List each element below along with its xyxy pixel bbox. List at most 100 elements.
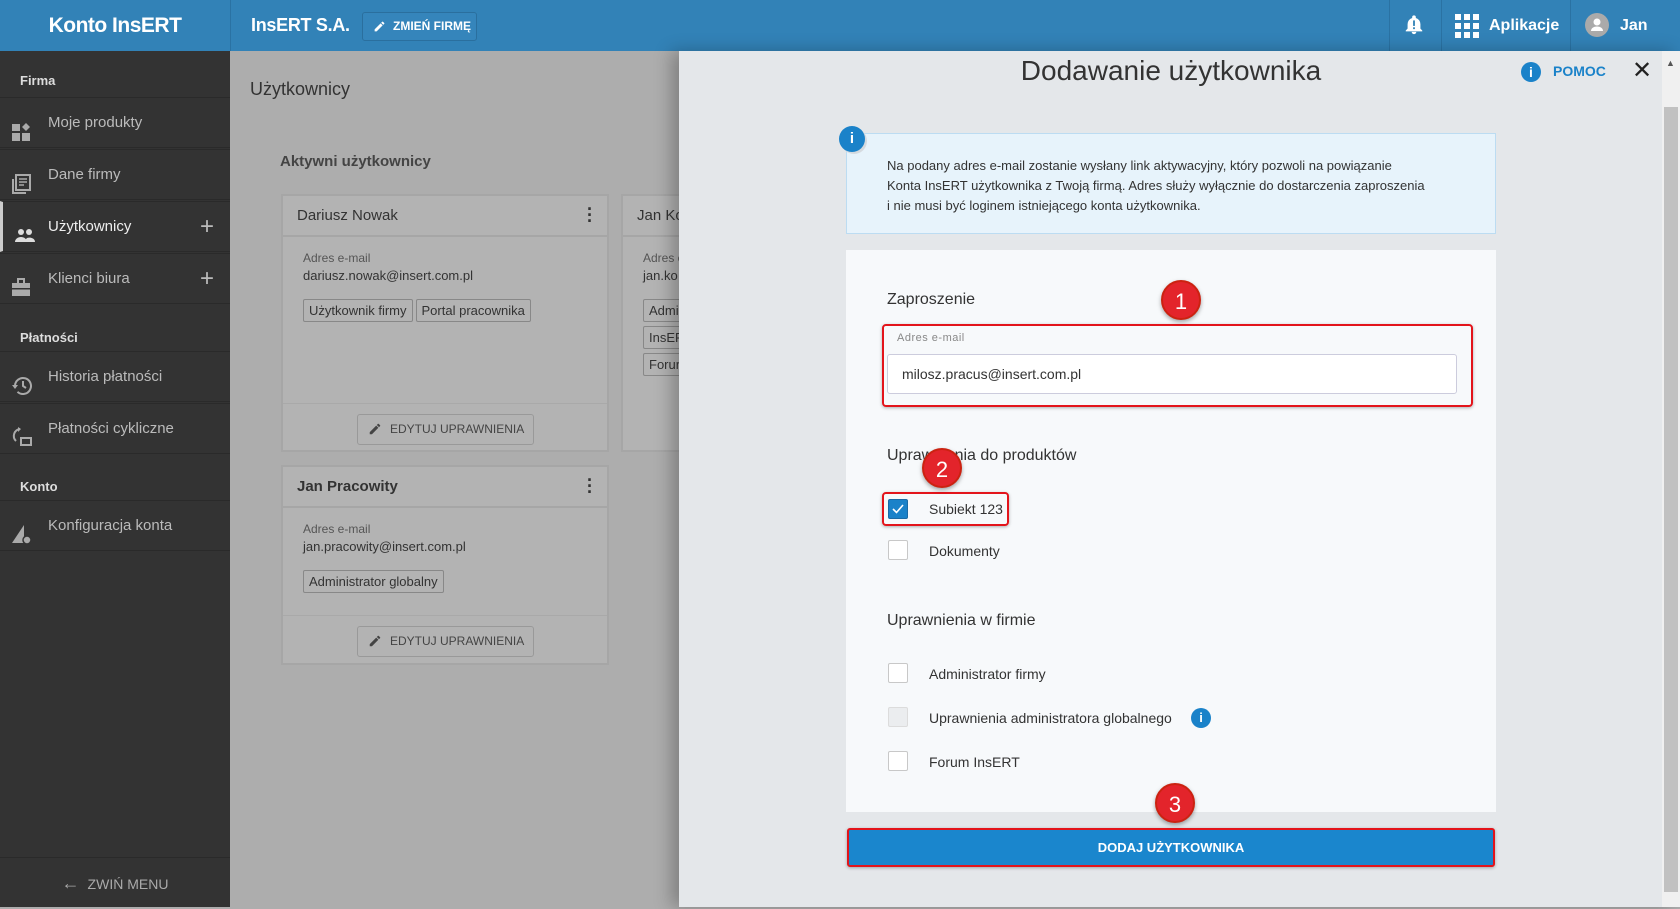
info-text: Konta InsERT użytkownika z Twoją firmą. …	[887, 178, 1425, 193]
users-icon	[14, 217, 36, 242]
panel-title: Dodawanie użytkownika	[1020, 55, 1322, 86]
user-name: Jan Ko	[623, 196, 679, 237]
dokumenty-checkbox[interactable]	[888, 540, 908, 560]
sidebar-item-label: Dane firmy	[48, 166, 121, 183]
section-firma: Firma	[20, 73, 56, 88]
email-label: Adres e	[643, 251, 679, 265]
section-konto: Konto	[20, 479, 58, 494]
edit-permissions-label: EDYTUJ UPRAWNIENIA	[390, 634, 525, 648]
user-card: Jan Ko Adres e jan.ko Admi InsER Forur	[621, 194, 679, 452]
history-icon	[11, 367, 33, 395]
close-icon[interactable]: ✕	[1632, 56, 1652, 85]
sidebar-item-historia-platnosci[interactable]: Historia płatności	[0, 351, 230, 402]
company-admin-label[interactable]: Administrator firmy	[929, 666, 1046, 682]
info-icon[interactable]: i	[1191, 708, 1211, 728]
products-icon	[11, 113, 33, 141]
divider	[283, 403, 607, 404]
pencil-icon	[374, 21, 385, 32]
add-client-plus-icon[interactable]: +	[200, 254, 214, 304]
email-value: dariusz.nowak@insert.com.pl	[303, 268, 473, 283]
scroll-up-icon[interactable]: ▲	[1666, 58, 1675, 68]
forum-checkbox[interactable]	[888, 751, 908, 771]
more-options-icon[interactable]: · · ·	[587, 200, 593, 230]
company-perms-heading: Uprawnienia w firmie	[887, 612, 1036, 629]
user-name: Jan Pracowity	[283, 467, 607, 508]
top-header: Konto InsERT InsERT S.A. ZMIEŃ FIRMĘ Apl…	[0, 0, 1680, 51]
apps-grid-icon[interactable]	[1455, 14, 1479, 38]
divider	[1389, 0, 1390, 51]
divider	[1441, 0, 1442, 51]
info-text: Na podany adres e-mail zostanie wysłany …	[887, 158, 1392, 173]
sidebar-item-dane-firmy[interactable]: Dane firmy	[0, 149, 230, 200]
sidebar-item-moje-produkty[interactable]: Moje produkty	[0, 97, 230, 148]
role-tag: Portal pracownika	[415, 299, 531, 322]
section-title: Aktywni użytkownicy	[280, 153, 431, 170]
sidebar: Firma Moje produkty Dane firmy Użytkowni…	[0, 51, 230, 907]
edit-permissions-button[interactable]: EDYTUJ UPRAWNIENIA	[357, 626, 534, 657]
document-icon	[11, 165, 33, 194]
arrow-left-icon: ←	[61, 873, 80, 893]
app-logo[interactable]: Konto InsERT	[0, 0, 230, 51]
step-badge: 3	[1155, 783, 1195, 823]
edit-permissions-button[interactable]: EDYTUJ UPRAWNIENIA	[357, 414, 534, 445]
sidebar-item-uzytkownicy[interactable]: Użytkownicy +	[0, 201, 230, 252]
step-badge: 1	[1161, 280, 1201, 320]
sidebar-item-label: Historia płatności	[48, 368, 163, 385]
recurring-payment-icon	[11, 419, 33, 446]
sidebar-item-label: Klienci biura	[48, 270, 130, 287]
role-tag: InsER	[643, 326, 679, 349]
collapse-menu-label: ZWIŃ MENU	[87, 876, 169, 892]
sidebar-item-platnosci-cykliczne[interactable]: Płatności cykliczne	[0, 403, 230, 454]
email-label: Adres e-mail	[303, 251, 371, 265]
avatar[interactable]	[1585, 13, 1609, 37]
user-card: Dariusz Nowak · · · Adres e-mail dariusz.n…	[281, 194, 609, 452]
info-icon: i	[839, 126, 865, 152]
sidebar-item-label: Konfiguracja konta	[48, 517, 173, 534]
sidebar-item-klienci-biura[interactable]: Klienci biura +	[0, 253, 230, 304]
divider	[230, 0, 231, 51]
role-tag: Administrator globalny	[303, 570, 444, 593]
section-platnosci: Płatności	[20, 330, 78, 345]
info-box: Na podany adres e-mail zostanie wysłany …	[846, 133, 1496, 234]
divider	[283, 615, 607, 616]
change-company-label: ZMIEŃ FIRMĘ	[393, 19, 471, 33]
scrollbar-thumb[interactable]	[1664, 107, 1678, 892]
sidebar-item-konfiguracja-konta[interactable]: Konfiguracja konta	[0, 500, 230, 551]
role-tag: Admi	[643, 299, 679, 322]
edit-permissions-label: EDYTUJ UPRAWNIENIA	[390, 422, 525, 436]
info-text: i nie musi być loginem istniejącego kont…	[887, 198, 1201, 213]
sidebar-item-label: Użytkownicy	[48, 218, 132, 235]
email-value: jan.ko	[643, 268, 678, 283]
dokumenty-label[interactable]: Dokumenty	[929, 543, 1000, 559]
global-admin-checkbox	[888, 707, 908, 727]
bell-icon[interactable]	[1403, 13, 1425, 42]
products-heading: Uprawnienia do produktów	[887, 447, 1077, 464]
change-company-button[interactable]: ZMIEŃ FIRMĘ	[362, 12, 477, 41]
add-user-plus-icon[interactable]: +	[200, 202, 214, 252]
email-value: jan.pracowity@insert.com.pl	[303, 539, 466, 554]
email-label: Adres e-mail	[303, 522, 371, 536]
company-admin-checkbox[interactable]	[888, 663, 908, 683]
invite-heading: Zaproszenie	[887, 291, 976, 308]
pencil-icon	[369, 423, 381, 435]
users-page: Użytkownicy Aktywni użytkownicy Dariusz …	[230, 51, 679, 907]
company-name: InsERT S.A.	[251, 15, 350, 35]
divider	[1570, 0, 1571, 51]
add-user-button[interactable]: DODAJ UŻYTKOWNIKA	[847, 828, 1495, 867]
user-menu[interactable]: Jan	[1620, 0, 1648, 51]
collapse-menu-button[interactable]: ← ZWIŃ MENU	[0, 857, 230, 907]
sidebar-item-label: Płatności cykliczne	[48, 420, 174, 437]
pencil-icon	[369, 635, 381, 647]
settings-icon	[11, 516, 33, 545]
help-link[interactable]: POMOC	[1553, 63, 1606, 79]
page-title: Użytkownicy	[250, 79, 351, 99]
more-options-icon[interactable]: · · ·	[587, 471, 593, 501]
forum-label[interactable]: Forum InsERT	[929, 754, 1020, 770]
apps-menu[interactable]: Aplikacje	[1489, 0, 1559, 51]
sidebar-item-label: Moje produkty	[48, 114, 143, 131]
global-admin-label: Uprawnienia administratora globalnego	[929, 710, 1172, 726]
step-badge: 2	[922, 448, 962, 488]
role-tag: Forur	[643, 353, 679, 376]
highlight-box	[882, 324, 1473, 407]
info-icon[interactable]: i	[1521, 62, 1541, 82]
